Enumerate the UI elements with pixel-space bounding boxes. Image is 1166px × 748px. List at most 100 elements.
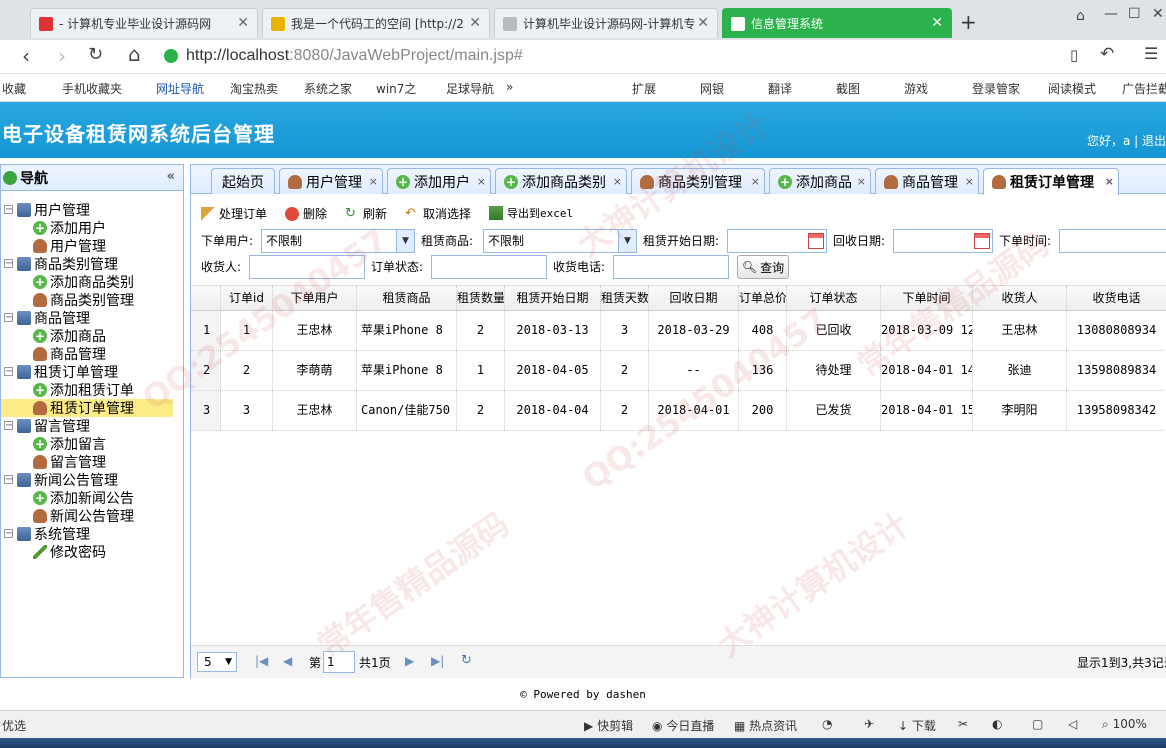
close-icon[interactable]: × [369, 175, 378, 188]
column-header[interactable]: 订单id [221, 286, 273, 310]
cancel-selection-button[interactable]: ↶ 取消选择 [405, 205, 471, 222]
status-input[interactable] [431, 255, 547, 279]
close-window-icon[interactable]: ✕ [1152, 6, 1164, 22]
toolbar-item[interactable]: 截图 [836, 80, 860, 97]
column-header[interactable]: 租赁天数 [601, 286, 649, 310]
sidebar-item[interactable]: + 添加商品类别 [1, 273, 134, 291]
panel-tab[interactable]: 租赁订单管理 × [983, 168, 1119, 195]
sidebar-item[interactable]: + 添加新闻公告 [1, 489, 134, 507]
return-date-input[interactable] [893, 229, 993, 253]
column-header[interactable]: 收货电话 [1067, 286, 1166, 310]
pin-icon[interactable]: ✈ [864, 717, 874, 731]
sidebar-item[interactable]: + 添加租赁订单 [1, 381, 134, 399]
last-page-icon[interactable]: ▶| [431, 654, 444, 668]
expand-toggle-icon[interactable]: − [4, 475, 13, 485]
export-excel-button[interactable]: 导出到excel [489, 205, 573, 221]
sidebar-item[interactable]: 新闻公告管理 [1, 507, 134, 525]
table-row[interactable]: 1 1 王忠林 苹果iPhone 8 2 2018-03-13 3 2018-03-29 408… [191, 311, 1166, 351]
toolbar-item[interactable]: 翻译 [768, 80, 792, 97]
toolbar-item[interactable]: 扩展 [632, 80, 656, 97]
window-icon[interactable]: ▢ [1032, 717, 1043, 731]
toolbar-item[interactable]: 阅读模式 [1048, 80, 1096, 97]
refresh-icon[interactable]: ↻ [461, 653, 472, 668]
browser-tab-active[interactable]: 信息管理系统 ✕ [722, 8, 952, 38]
expand-toggle-icon[interactable]: − [4, 205, 13, 215]
calendar-icon[interactable] [974, 233, 990, 249]
close-icon[interactable]: × [1105, 175, 1114, 188]
panel-tab[interactable]: 起始页 [211, 168, 275, 194]
browser-tab-3[interactable]: 计算机毕业设计源码网-计算机专 ✕ [494, 8, 718, 38]
next-page-icon[interactable]: ▶ [405, 654, 414, 668]
bookmark-more[interactable]: » [506, 80, 513, 94]
panel-tab[interactable]: 商品类别管理 × [631, 168, 765, 194]
column-header[interactable]: 租赁商品 [357, 286, 457, 310]
column-header[interactable]: 下单用户 [273, 286, 357, 310]
zoom-control[interactable]: ⌕ 100% [1102, 717, 1147, 732]
sidebar-item[interactable]: + 添加留言 [1, 435, 106, 453]
sidebar-group[interactable]: − 系统管理 [4, 525, 90, 543]
sidebar-group[interactable]: − 留言管理 [4, 417, 90, 435]
panel-tab[interactable]: + 添加商品类别 × [495, 168, 627, 194]
volume-icon[interactable]: ◁ [1068, 717, 1077, 731]
refresh-button[interactable]: ↻ 刷新 [345, 205, 387, 222]
status-item[interactable]: ▶︎ 快剪辑 [584, 717, 633, 734]
close-icon[interactable]: × [477, 175, 486, 188]
sidebar-item[interactable]: 租赁订单管理 [1, 399, 173, 417]
page-size-select[interactable]: 5 ▼ [197, 652, 237, 672]
bookmark-item[interactable]: 系统之家 [304, 80, 352, 97]
expand-toggle-icon[interactable]: − [4, 529, 13, 539]
status-item[interactable]: ▦ 热点资讯 [734, 717, 797, 734]
column-header[interactable]: 订单总价 [739, 286, 787, 310]
sidebar-item[interactable]: 用户管理 [1, 237, 106, 255]
back-icon[interactable]: ‹ [22, 44, 30, 68]
browser-icon[interactable]: ◐ [992, 717, 1002, 731]
sidebar-group[interactable]: − 租赁订单管理 [4, 363, 118, 381]
column-header[interactable]: 收货人 [973, 286, 1067, 310]
bookmark-item[interactable]: 收藏 [2, 80, 26, 97]
forward-icon[interactable]: › [58, 44, 66, 68]
prev-page-icon[interactable]: ◀ [283, 654, 292, 668]
expand-toggle-icon[interactable]: − [4, 259, 13, 269]
column-header[interactable]: 租赁开始日期 [505, 286, 601, 310]
sidebar-group[interactable]: − 商品管理 [4, 309, 90, 327]
sidebar-item[interactable]: 商品管理 [1, 345, 106, 363]
toolbar-item[interactable]: 登录管家 [972, 80, 1020, 97]
receiver-input[interactable] [249, 255, 365, 279]
page-input[interactable]: 1 [323, 651, 355, 673]
status-left-label[interactable]: 优选 [2, 717, 26, 734]
table-row[interactable]: 2 2 李萌萌 苹果iPhone 8 1 2018-04-05 2 -- 136 待处理 2018-… [191, 351, 1166, 391]
table-row[interactable]: 3 3 王忠林 Canon/佳能750 2 2018-04-04 2 2018-04-01 20… [191, 391, 1166, 431]
browser-tab-2[interactable]: 我是一个代码工的空间 [http://2 ✕ [262, 8, 490, 38]
minimize-icon[interactable]: — [1104, 6, 1118, 22]
search-button[interactable]: 🔍︎ 查询 [737, 255, 789, 279]
process-order-button[interactable]: 处理订单 [201, 205, 267, 222]
new-tab-button[interactable]: + [960, 10, 977, 34]
collapse-icon[interactable]: « [167, 169, 175, 184]
browser-tab-1[interactable]: - 计算机专业毕业设计源码网 ✕ [30, 8, 258, 38]
bookmark-item[interactable]: 手机收藏夹 [62, 80, 122, 97]
address-bar[interactable]: http://localhost:8080/JavaWebProject/mai… [164, 43, 1166, 69]
sidebar-group[interactable]: − 用户管理 [4, 201, 90, 219]
sidebar-group[interactable]: − 商品类别管理 [4, 255, 118, 273]
bookmark-item[interactable]: win7之 [376, 80, 416, 97]
delete-button[interactable]: 删除 [285, 205, 327, 222]
toolbar-item[interactable]: 广告拦截 [1122, 80, 1166, 97]
sidebar-item[interactable]: + 添加商品 [1, 327, 106, 345]
panel-tab[interactable]: 用户管理 × [279, 168, 383, 194]
start-date-input[interactable] [727, 229, 827, 253]
expand-toggle-icon[interactable]: − [4, 367, 13, 377]
status-item[interactable]: ◉ 今日直播 [652, 717, 714, 734]
bookmark-item[interactable]: 淘宝热卖 [230, 80, 278, 97]
close-icon[interactable]: ✕ [697, 15, 709, 31]
user-filter-select[interactable]: 不限制 ▼ [261, 229, 415, 253]
sidebar-item[interactable]: 修改密码 [1, 543, 106, 561]
panel-tab[interactable]: 商品管理 × [875, 168, 979, 194]
maximize-icon[interactable]: ☐ [1128, 6, 1141, 22]
sidebar-item[interactable]: 留言管理 [1, 453, 106, 471]
reload-icon[interactable]: ↻ [88, 44, 103, 65]
column-header[interactable]: 订单状态 [787, 286, 881, 310]
toolbar-item[interactable]: 网银 [700, 80, 724, 97]
bookmark-item[interactable]: 网址导航 [156, 80, 204, 97]
close-icon[interactable]: ✕ [931, 15, 943, 31]
order-time-input[interactable] [1059, 229, 1166, 253]
